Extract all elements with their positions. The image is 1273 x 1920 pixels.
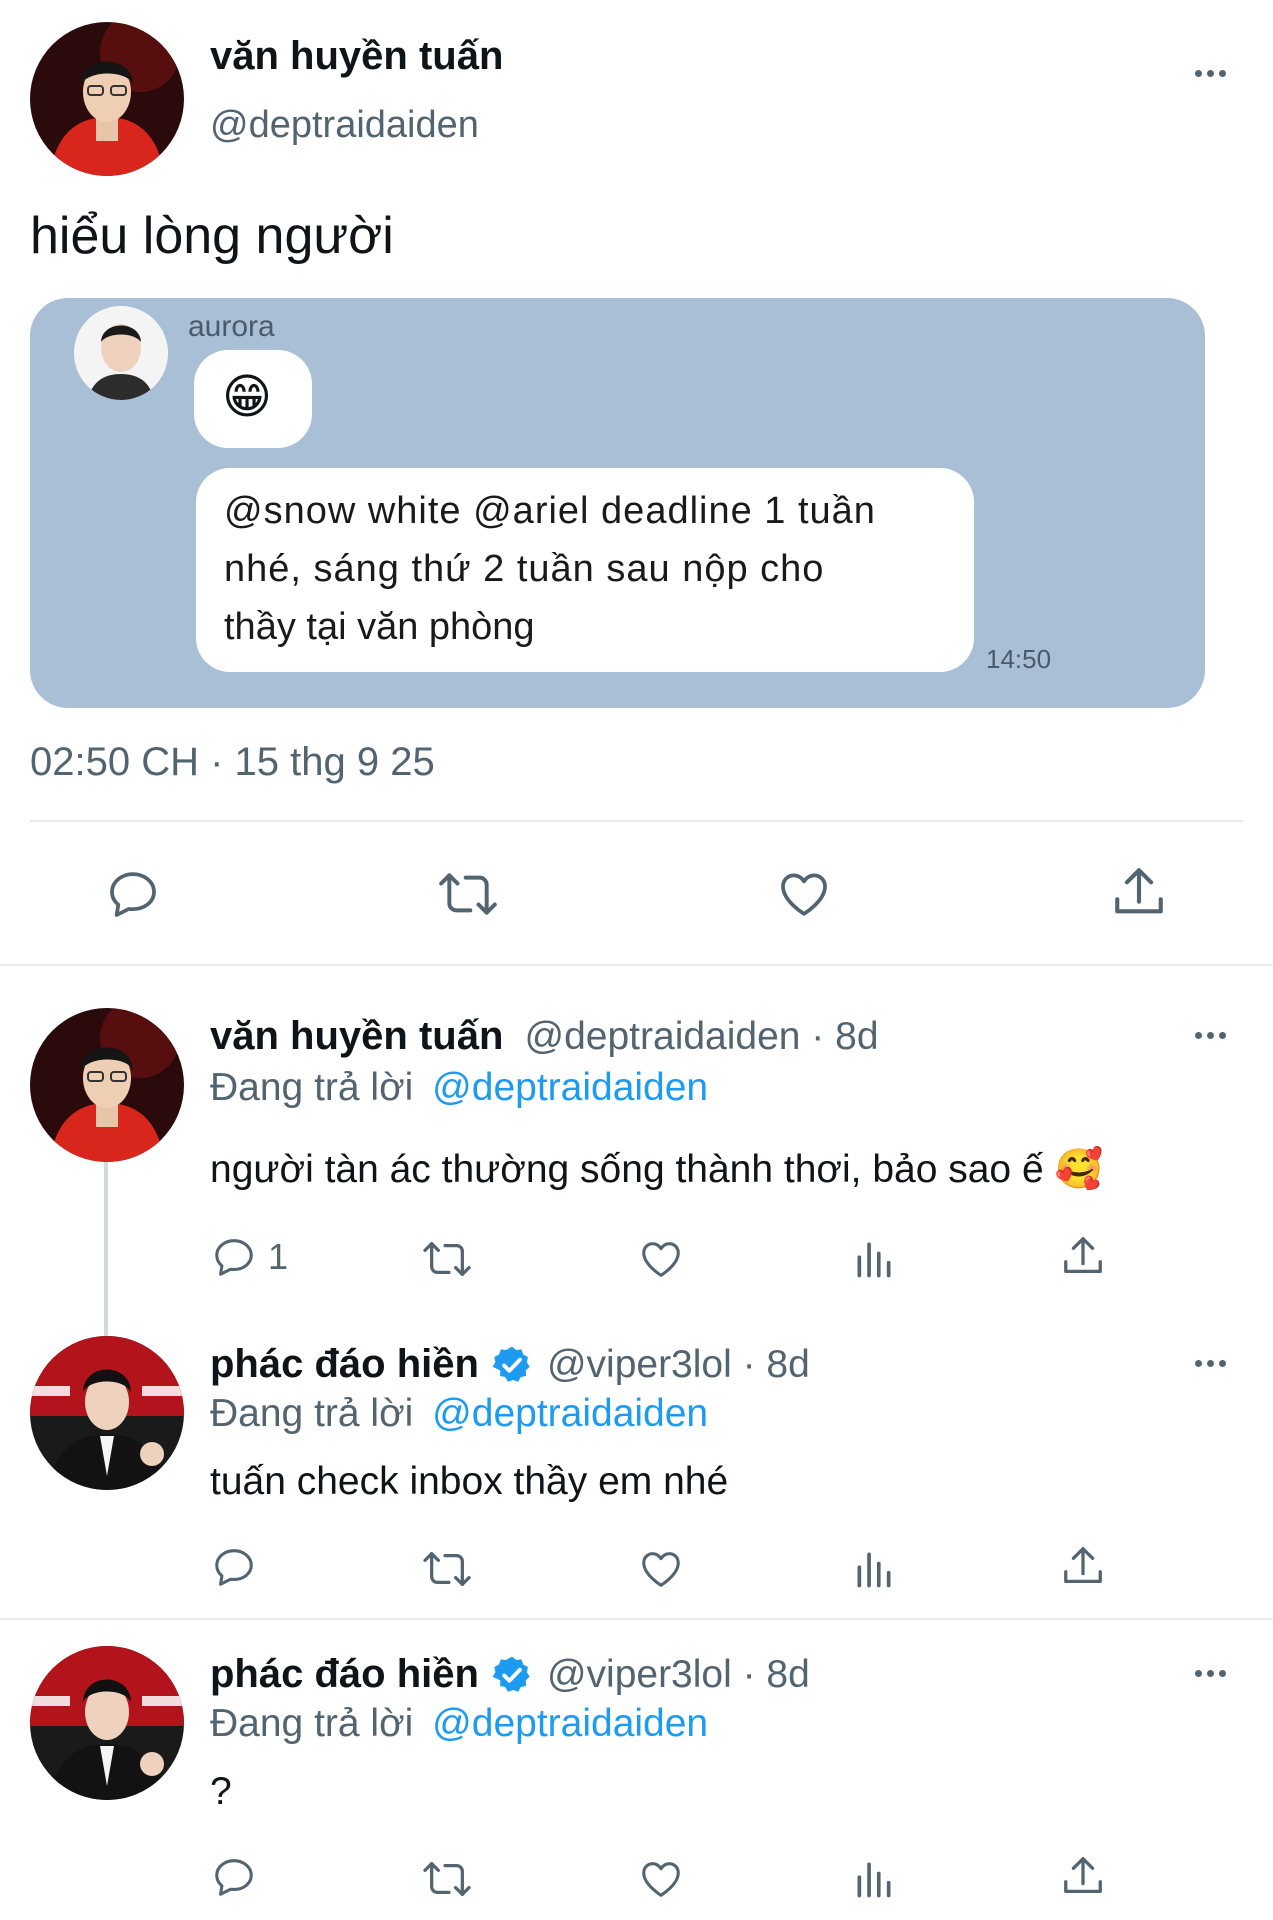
tweet-timestamp[interactable]: 02:50 CH · 15 thg 9 25	[30, 740, 435, 785]
thread-line	[104, 1160, 108, 1338]
views-button[interactable]	[852, 1546, 896, 1592]
chat-time: 14:50	[986, 644, 1052, 674]
reply-avatar[interactable]	[30, 1646, 184, 1800]
like-button[interactable]	[636, 1856, 686, 1902]
verified-badge-icon	[492, 1656, 530, 1692]
section-divider	[0, 964, 1273, 966]
grin-emoji: 😁	[222, 371, 273, 424]
reply-author-name[interactable]: phác đáo hiền	[210, 1652, 479, 1697]
views-chart-icon	[857, 1242, 891, 1278]
share-button[interactable]	[1060, 1542, 1106, 1590]
retweet-button[interactable]	[420, 1236, 474, 1282]
heart-icon	[642, 1862, 680, 1897]
replying-to-link[interactable]: @deptraidaiden	[432, 1702, 708, 1745]
reply-icon	[215, 1549, 253, 1586]
reply-icon	[215, 1239, 253, 1276]
share-icon	[1115, 868, 1163, 914]
reply-avatar[interactable]	[30, 1336, 184, 1490]
more-options-icon[interactable]	[1190, 1028, 1230, 1042]
views-chart-icon	[857, 1552, 891, 1588]
emoji-bubble: 😁	[194, 350, 312, 448]
replying-label: Đang trả lời	[210, 1392, 414, 1435]
reply-author-name[interactable]: phác đáo hiền	[210, 1342, 479, 1387]
message-line-1: @snow white @ariel deadline 1 tuần	[224, 490, 876, 532]
retweet-button[interactable]	[436, 866, 500, 922]
chat-sender-name: aurora	[188, 310, 275, 343]
retweet-icon	[423, 1552, 471, 1586]
stats-divider	[30, 820, 1243, 822]
replying-to-link[interactable]: @deptraidaiden	[432, 1066, 708, 1109]
attached-image[interactable]: aurora 😁 @snow white @ariel deadline 1 t…	[30, 298, 1205, 708]
more-options-icon[interactable]	[1190, 1356, 1230, 1370]
reply-text: người tàn ác thường sống thành thơi, bảo…	[210, 1148, 1104, 1191]
reply-icon	[110, 872, 156, 917]
retweet-button[interactable]	[420, 1856, 474, 1902]
reply-handle-time[interactable]: @viper3lol · 8d	[547, 1343, 810, 1387]
retweet-icon	[423, 1862, 471, 1896]
replying-to-link[interactable]: @deptraidaiden	[432, 1392, 708, 1435]
author-handle[interactable]: @deptraidaiden	[210, 104, 479, 147]
reply-avatar[interactable]	[30, 1008, 184, 1162]
share-icon	[1064, 1857, 1102, 1893]
message-bubble: @snow white @ariel deadline 1 tuần nhé, …	[196, 468, 974, 672]
share-button[interactable]	[1060, 1232, 1106, 1280]
reply-handle-time[interactable]: @deptraidaiden · 8d	[525, 1015, 879, 1058]
like-button[interactable]	[636, 1236, 686, 1282]
reply-button[interactable]	[210, 1854, 268, 1900]
message-line-3: thầy tại văn phòng	[224, 606, 535, 648]
share-icon	[1064, 1547, 1102, 1583]
heart-icon	[781, 873, 827, 916]
replying-label: Đang trả lời	[210, 1702, 414, 1745]
message-line-2: nhé, sáng thứ 2 tuần sau nộp cho	[224, 548, 825, 590]
reply-button[interactable]	[104, 866, 162, 922]
more-options-icon[interactable]	[1190, 1666, 1230, 1680]
more-options-icon[interactable]	[1190, 66, 1230, 80]
share-button[interactable]	[1110, 862, 1168, 922]
section-divider	[0, 1618, 1273, 1620]
views-chart-icon	[857, 1862, 891, 1898]
like-button[interactable]	[636, 1546, 686, 1592]
replying-label: Đang trả lời	[210, 1066, 414, 1109]
share-button[interactable]	[1060, 1852, 1106, 1900]
chat-sender-avatar	[74, 306, 168, 400]
views-button[interactable]	[852, 1236, 896, 1282]
views-button[interactable]	[852, 1856, 896, 1902]
reply-author-name[interactable]: văn huyền tuấn	[210, 1014, 503, 1058]
reply-icon	[215, 1859, 253, 1896]
share-icon	[1064, 1237, 1102, 1273]
reply-text: tuấn check inbox thầy em nhé	[210, 1460, 729, 1503]
retweet-icon	[439, 873, 497, 915]
author-avatar[interactable]	[30, 22, 184, 176]
like-button[interactable]	[774, 866, 834, 922]
reply-button[interactable]: 1	[210, 1234, 288, 1280]
reply-count: 1	[268, 1236, 289, 1277]
reply-button[interactable]	[210, 1544, 268, 1590]
reply-handle-time[interactable]: @viper3lol · 8d	[547, 1653, 810, 1697]
reply-text: ?	[210, 1770, 232, 1813]
heart-icon	[642, 1242, 680, 1277]
author-name[interactable]: văn huyền tuấn	[210, 34, 503, 79]
verified-badge-icon	[492, 1346, 530, 1382]
retweet-button[interactable]	[420, 1546, 474, 1592]
tweet-text: hiểu lòng người	[30, 207, 394, 265]
retweet-icon	[423, 1242, 471, 1276]
heart-icon	[642, 1552, 680, 1587]
